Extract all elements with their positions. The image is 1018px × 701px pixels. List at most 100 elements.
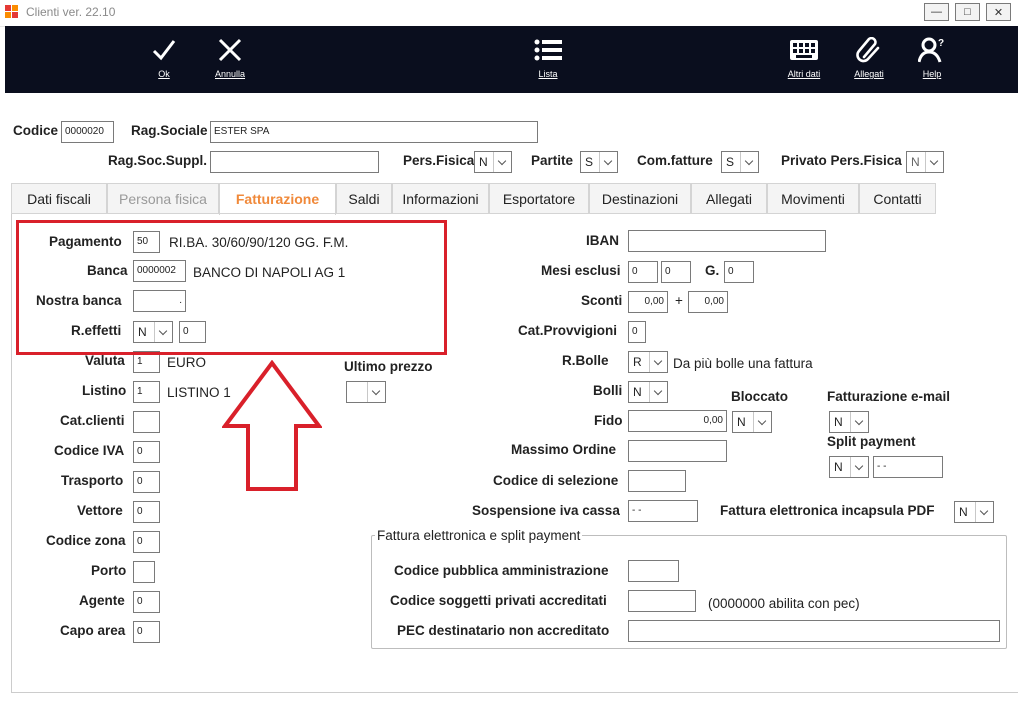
porto-input[interactable] bbox=[133, 561, 155, 583]
pers-fisica-value: N bbox=[479, 155, 488, 169]
codice-soggetti-input[interactable] bbox=[628, 590, 696, 612]
codice-selezione-input[interactable] bbox=[628, 470, 686, 492]
tab-allegati[interactable]: Allegati bbox=[691, 183, 767, 214]
ultimo-prezzo-select[interactable] bbox=[346, 381, 386, 403]
split-payment-select[interactable]: N bbox=[829, 456, 869, 478]
com-fatture-label: Com.fatture bbox=[637, 153, 713, 168]
rag-soc-suppl-label: Rag.Soc.Suppl. bbox=[108, 153, 208, 168]
trasporto-input[interactable]: 0 bbox=[133, 471, 160, 493]
chevron-down-icon bbox=[493, 152, 511, 172]
codice-iva-input[interactable]: 0 bbox=[133, 441, 160, 463]
list-icon bbox=[534, 39, 562, 61]
split-payment-date-input[interactable]: - - bbox=[873, 456, 943, 478]
tab-saldi[interactable]: Saldi bbox=[336, 183, 392, 214]
tab-informazioni[interactable]: Informazioni bbox=[392, 183, 489, 214]
chevron-down-icon bbox=[599, 152, 617, 172]
mesi-esclusi-1-input[interactable]: 0 bbox=[628, 261, 658, 283]
pers-fisica-select[interactable]: N bbox=[474, 151, 512, 173]
mesi-esclusi-label: Mesi esclusi bbox=[541, 263, 621, 278]
chevron-down-icon bbox=[925, 152, 943, 172]
minimize-button[interactable]: — bbox=[924, 3, 949, 21]
privato-value: N bbox=[911, 155, 920, 169]
codice-pa-input[interactable] bbox=[628, 560, 679, 582]
bloccato-label: Bloccato bbox=[731, 389, 789, 404]
codice-soggetti-label: Codice soggetti privati accreditati bbox=[390, 593, 607, 608]
fatturazione-email-select[interactable]: N bbox=[829, 411, 869, 433]
tab-destinazioni[interactable]: Destinazioni bbox=[589, 183, 691, 214]
fattura-pdf-value: N bbox=[959, 505, 968, 519]
chevron-down-icon bbox=[740, 152, 758, 172]
window-title: Clienti ver. 22.10 bbox=[26, 5, 116, 19]
altri-dati-button[interactable]: Altri dati bbox=[782, 26, 826, 93]
codice-zona-label: Codice zona bbox=[46, 533, 126, 548]
allegati-button[interactable]: Allegati bbox=[847, 26, 891, 93]
mesi-esclusi-2-input[interactable]: 0 bbox=[661, 261, 691, 283]
sconto-2-input[interactable]: 0,00 bbox=[688, 291, 728, 313]
rag-sociale-label: Rag.Sociale bbox=[131, 123, 208, 138]
fattura-pdf-select[interactable]: N bbox=[954, 501, 994, 523]
codice-input[interactable]: 0000020 bbox=[61, 121, 114, 143]
valuta-description: EURO bbox=[167, 355, 207, 370]
com-fatture-value: S bbox=[726, 155, 735, 169]
bolli-label: Bolli bbox=[593, 383, 623, 398]
bolli-select[interactable]: N bbox=[628, 381, 668, 403]
help-button[interactable]: ? Help bbox=[917, 26, 947, 93]
massimo-ordine-input[interactable] bbox=[628, 440, 727, 462]
tab-esportatore[interactable]: Esportatore bbox=[489, 183, 589, 214]
capo-area-input[interactable]: 0 bbox=[133, 621, 160, 643]
g-label: G. bbox=[705, 263, 720, 278]
bolli-value: N bbox=[633, 385, 642, 399]
restore-button[interactable]: □ bbox=[955, 3, 980, 21]
fattura-pdf-label: Fattura elettronica incapsula PDF bbox=[720, 503, 935, 518]
cat-clienti-input[interactable] bbox=[133, 411, 160, 433]
fatturazione-email-label: Fatturazione e-mail bbox=[827, 389, 951, 404]
rag-sociale-input[interactable]: ESTER SPA bbox=[210, 121, 538, 143]
sconto-1-input[interactable]: 0,00 bbox=[628, 291, 668, 313]
codice-zona-input[interactable]: 0 bbox=[133, 531, 160, 553]
codice-iva-label: Codice IVA bbox=[54, 443, 125, 458]
tab-movimenti[interactable]: Movimenti bbox=[767, 183, 859, 214]
agente-input[interactable]: 0 bbox=[133, 591, 160, 613]
rag-soc-suppl-input[interactable] bbox=[210, 151, 379, 173]
help-user-icon: ? bbox=[918, 37, 944, 63]
iban-input[interactable] bbox=[628, 230, 826, 252]
tab-fatturazione[interactable]: Fatturazione bbox=[219, 183, 336, 215]
close-window-button[interactable]: ✕ bbox=[986, 3, 1011, 21]
listino-input[interactable]: 1 bbox=[133, 381, 160, 403]
lista-button[interactable]: Lista bbox=[533, 26, 563, 93]
cat-provvigioni-label: Cat.Provvigioni bbox=[518, 323, 618, 338]
valuta-label: Valuta bbox=[85, 353, 125, 368]
pec-input[interactable] bbox=[628, 620, 1000, 642]
r-bolle-select[interactable]: R bbox=[628, 351, 668, 373]
highlight-box bbox=[16, 220, 447, 355]
fido-input[interactable]: 0,00 bbox=[628, 410, 727, 432]
tab-contatti[interactable]: Contatti bbox=[859, 183, 936, 214]
ok-button[interactable]: Ok bbox=[149, 26, 179, 93]
cat-provvigioni-input[interactable]: 0 bbox=[628, 321, 646, 343]
tab-persona-fisica[interactable]: Persona fisica bbox=[107, 183, 219, 214]
bloccato-select[interactable]: N bbox=[732, 411, 772, 433]
vettore-input[interactable]: 0 bbox=[133, 501, 160, 523]
sospensione-iva-cassa-input[interactable]: - - bbox=[628, 500, 698, 522]
partite-select[interactable]: S bbox=[580, 151, 618, 173]
fatturazione-email-value: N bbox=[834, 415, 843, 429]
codice-label: Codice bbox=[13, 123, 59, 138]
fido-label: Fido bbox=[594, 413, 623, 428]
annulla-button[interactable]: Annulla bbox=[208, 26, 252, 93]
codice-selezione-label: Codice di selezione bbox=[493, 473, 619, 488]
privato-pers-fisica-select[interactable]: N bbox=[906, 151, 944, 173]
svg-text:?: ? bbox=[938, 38, 944, 49]
codice-soggetti-note: (0000000 abilita con pec) bbox=[708, 596, 860, 611]
sconti-label: Sconti bbox=[581, 293, 623, 308]
porto-label: Porto bbox=[91, 563, 127, 578]
trasporto-label: Trasporto bbox=[61, 473, 124, 488]
split-payment-value: N bbox=[834, 460, 843, 474]
lista-label: Lista bbox=[538, 69, 558, 79]
minimize-icon: — bbox=[931, 6, 942, 18]
tab-dati-fiscali[interactable]: Dati fiscali bbox=[11, 183, 107, 214]
g-input[interactable]: 0 bbox=[724, 261, 754, 283]
ok-label: Ok bbox=[158, 69, 170, 79]
chevron-down-icon bbox=[753, 412, 771, 432]
r-bolle-description: Da più bolle una fattura bbox=[673, 356, 813, 371]
com-fatture-select[interactable]: S bbox=[721, 151, 759, 173]
